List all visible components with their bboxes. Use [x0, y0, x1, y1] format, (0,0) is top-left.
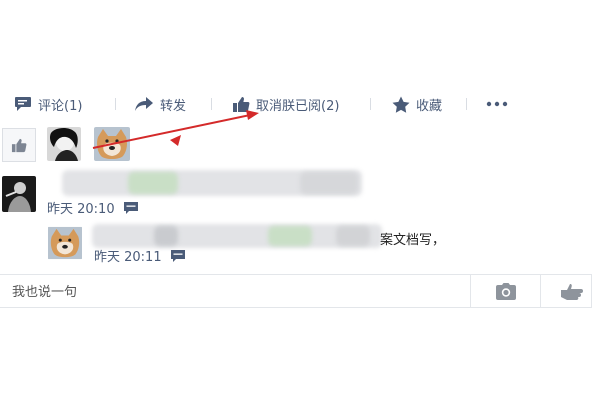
- camera-button[interactable]: [496, 283, 516, 304]
- send-button[interactable]: [560, 283, 584, 305]
- thumb-gesture-icon: [561, 284, 583, 300]
- comment-input-bar: [0, 274, 592, 309]
- comment-meta: 昨天 20:10: [47, 198, 139, 217]
- avatar[interactable]: [48, 226, 82, 260]
- reply-icon[interactable]: [123, 201, 139, 215]
- camera-icon: [496, 283, 516, 300]
- avatar[interactable]: [2, 176, 36, 212]
- comment-meta: 昨天 20:11: [94, 246, 186, 265]
- blurred-comment-text: [300, 172, 358, 194]
- blurred-comment-text: [336, 226, 370, 246]
- divider: [540, 275, 541, 307]
- blurred-comment-text: [268, 226, 312, 246]
- blurred-comment-text: [154, 226, 178, 246]
- blurred-comment-text: [128, 172, 178, 194]
- comment-time: 昨天 20:10: [47, 202, 115, 217]
- comment-text: 案文档写，: [380, 233, 446, 248]
- reply-icon[interactable]: [170, 249, 186, 263]
- comment-input[interactable]: [0, 275, 484, 309]
- divider: [470, 275, 471, 307]
- comment-time: 昨天 20:11: [94, 250, 162, 265]
